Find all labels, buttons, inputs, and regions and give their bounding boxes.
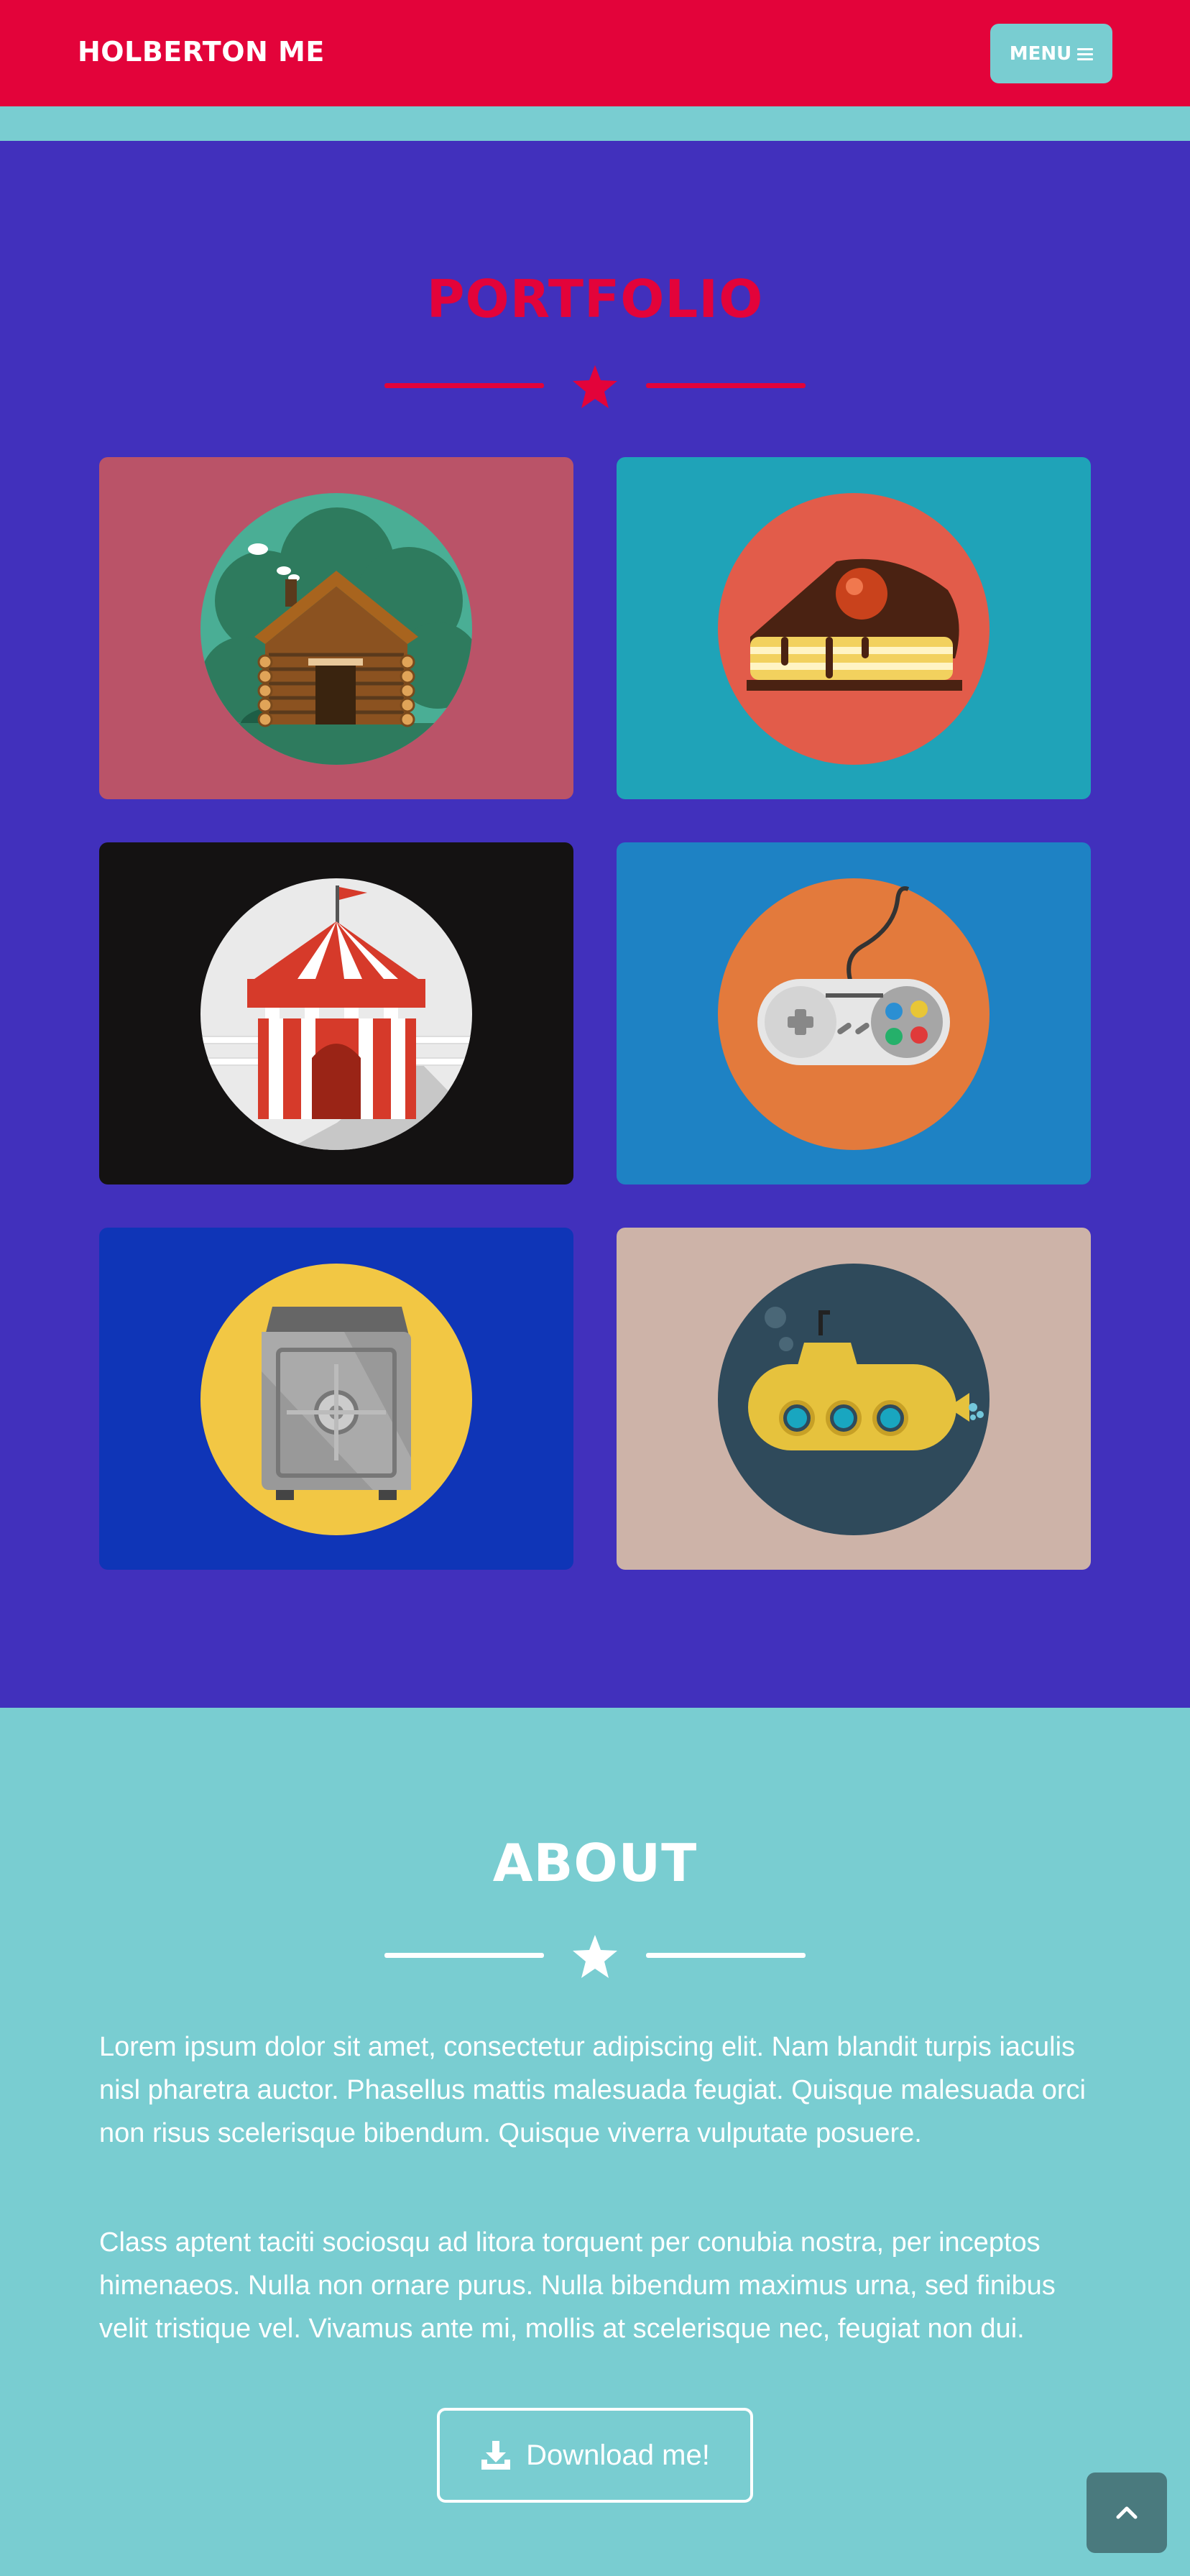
portfolio-item-controller[interactable] [617, 842, 1091, 1184]
portfolio-item-cake[interactable] [617, 457, 1091, 799]
chevron-up-icon [1116, 2506, 1138, 2519]
about-paragraph-1: Lorem ipsum dolor sit amet, consectetur … [99, 2032, 1086, 2148]
portfolio-item-cabin[interactable] [99, 457, 573, 799]
menu-button[interactable]: MENU [990, 24, 1112, 83]
about-divider [384, 1933, 806, 1978]
portfolio-divider [384, 364, 806, 408]
portfolio-item-safe[interactable] [99, 1228, 573, 1570]
portfolio-item-circus[interactable] [99, 842, 573, 1184]
portfolio-section: PORTFOLIO [0, 141, 1190, 1708]
game-controller-icon [718, 878, 990, 1150]
portfolio-item-submarine[interactable] [617, 1228, 1091, 1570]
cabin-icon [200, 493, 472, 765]
safe-icon [200, 1264, 472, 1535]
about-paragraph-2: Class aptent taciti sociosqu ad litora t… [99, 2227, 1056, 2344]
download-button[interactable]: Download me! [437, 2408, 753, 2503]
brand-logo[interactable]: HOLBERTON ME [78, 36, 325, 68]
navbar: HOLBERTON ME MENU [0, 0, 1190, 106]
portfolio-title: PORTFOLIO [426, 269, 764, 329]
menu-label: MENU [1009, 42, 1072, 65]
hamburger-icon [1077, 47, 1094, 60]
star-icon [573, 1935, 617, 1978]
cake-icon [718, 493, 990, 765]
about-title: ABOUT [492, 1833, 698, 1893]
circus-tent-icon [200, 878, 472, 1150]
download-icon [481, 2441, 511, 2470]
download-label: Download me! [526, 2439, 710, 2471]
submarine-icon [718, 1264, 990, 1535]
star-icon [573, 365, 617, 408]
scroll-to-top-button[interactable] [1087, 2472, 1167, 2553]
